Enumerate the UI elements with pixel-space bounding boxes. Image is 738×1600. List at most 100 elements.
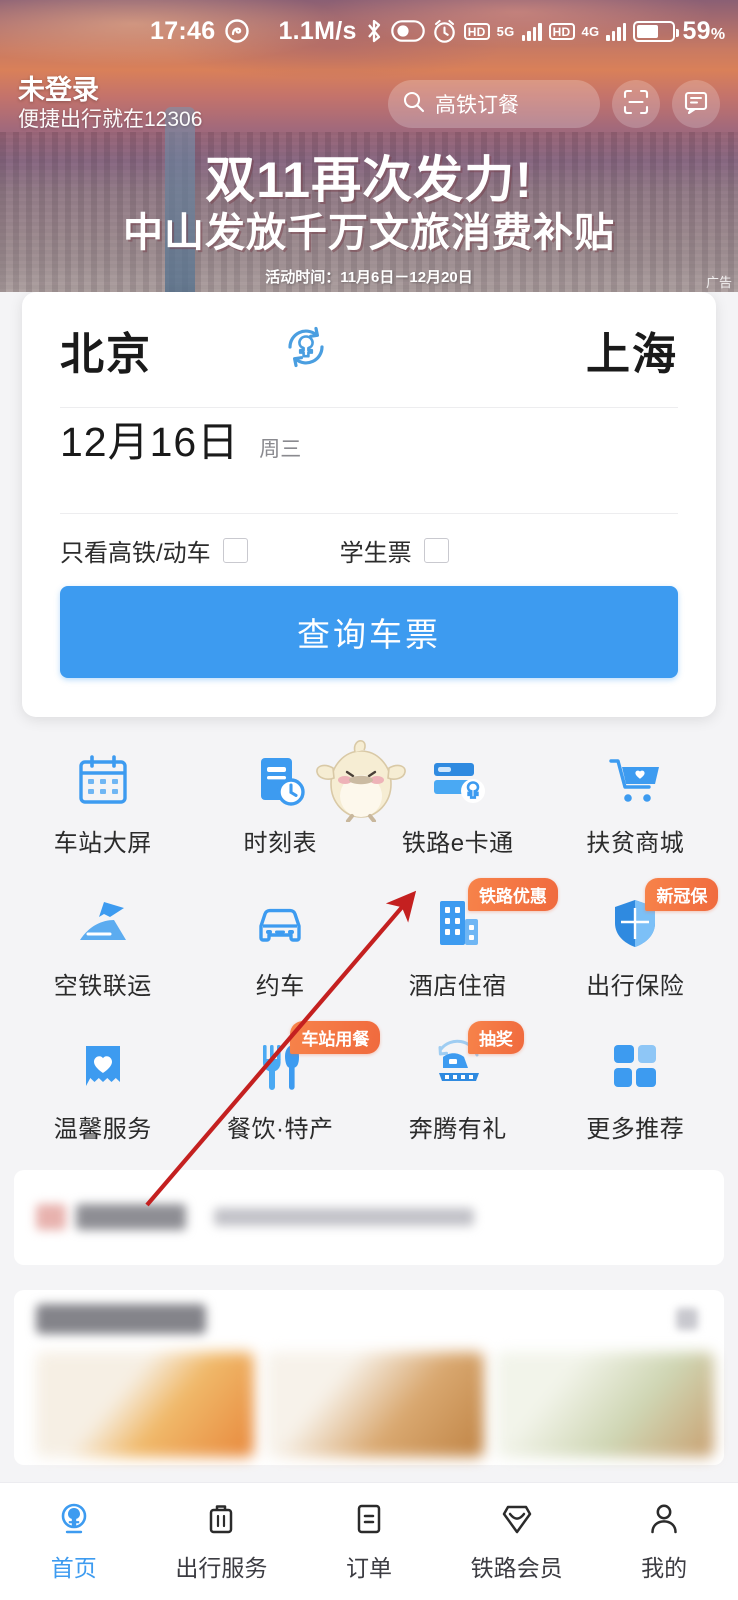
message-icon	[682, 88, 710, 121]
grid-item-label: 时刻表	[243, 830, 317, 857]
shopping-cart-icon	[604, 749, 666, 811]
grid-item-badge: 抽奖	[467, 1021, 524, 1054]
search-tickets-button[interactable]: 查询车票	[60, 586, 678, 678]
app-header: 未登录 便捷出行就在12306 高铁订餐	[0, 66, 738, 142]
phone-screen: 17:46 1.1M/s HD 5G HD 4G 59% 未登录 便捷出行就在1…	[0, 0, 738, 1600]
nav-item-orders[interactable]: 订单	[295, 1501, 443, 1583]
grid-item-label: 温馨服务	[53, 1116, 152, 1143]
do-not-disturb-icon	[390, 19, 425, 43]
bluetooth-icon	[364, 18, 384, 44]
student-checkbox-box[interactable]	[423, 537, 449, 563]
grid-item-benteng-gift[interactable]: 抽奖 奔腾有礼	[369, 1021, 547, 1144]
battery-percent: 59%	[682, 17, 725, 46]
grid-item-label: 约车	[255, 973, 305, 1000]
music-note-icon	[224, 18, 250, 44]
blurred-notice-card[interactable]	[14, 1170, 724, 1265]
signal-bars-1	[521, 21, 542, 41]
battery-percent-unit: %	[710, 25, 726, 43]
battery-percent-value: 59	[682, 16, 711, 45]
grid-item-label: 奔腾有礼	[408, 1116, 507, 1143]
scan-code-button[interactable]	[612, 80, 660, 128]
duck-mascot-sticker	[307, 738, 415, 823]
blurred-product-section[interactable]	[14, 1290, 724, 1465]
grid-item-label: 扶贫商城	[586, 830, 685, 857]
grid-item-air-rail[interactable]: 空铁联运	[14, 878, 192, 1001]
calendar-board-icon	[72, 749, 134, 811]
grid-item-more[interactable]: 更多推荐	[547, 1021, 725, 1144]
signal-bars-2	[606, 21, 627, 41]
network-gen-5g: 5G	[496, 23, 515, 39]
search-icon	[402, 90, 426, 119]
battery-icon	[633, 20, 680, 42]
slogan-text: 便捷出行就在12306	[18, 108, 203, 131]
grid-item-station-board[interactable]: 车站大屏	[14, 735, 192, 858]
blurred-notice-tag	[36, 1204, 66, 1230]
banner-period: 活动时间：11月6日－12月20日	[265, 269, 473, 286]
highspeed-checkbox[interactable]: 只看高铁/动车	[60, 533, 248, 568]
grid-item-warm-service[interactable]: 温馨服务	[14, 1021, 192, 1144]
grid-item-label: 车站大屏	[53, 830, 152, 857]
diamond-member-icon	[499, 1501, 535, 1542]
search-placeholder-text: 高铁订餐	[435, 94, 519, 117]
banner-headline: 双11再次发力!	[205, 152, 533, 208]
banner-subheadline: 中山发放千万文旅消费补贴	[123, 211, 615, 255]
blurred-section-title	[36, 1304, 206, 1334]
grid-item-label: 铁路e卡通	[401, 830, 514, 857]
nav-item-home[interactable]: 首页	[0, 1501, 148, 1583]
bottom-navigation: 首页 出行服务 订单 铁路会员 我的	[0, 1482, 738, 1600]
departure-weekday: 周三	[259, 438, 302, 461]
nav-item-railway-member[interactable]: 铁路会员	[443, 1501, 591, 1583]
grid-item-poverty-mall[interactable]: 扶贫商城	[547, 735, 725, 858]
destination-station[interactable]: 上海	[586, 318, 678, 382]
nav-item-label: 出行服务	[175, 1554, 268, 1581]
user-block[interactable]: 未登录 便捷出行就在12306	[18, 74, 338, 134]
highspeed-checkbox-box[interactable]	[222, 537, 248, 563]
nav-item-travel-service[interactable]: 出行服务	[148, 1501, 296, 1583]
network-gen-4g: 4G	[581, 23, 600, 39]
origin-station[interactable]: 北京	[60, 318, 152, 382]
grid-item-hotel[interactable]: 铁路优惠 酒店住宿	[369, 878, 558, 1001]
grid-item-dining[interactable]: 车站用餐 餐饮·特产	[192, 1021, 381, 1144]
swap-stations-icon	[278, 326, 334, 379]
nav-item-label: 首页	[50, 1554, 97, 1581]
student-checkbox[interactable]: 学生票	[340, 533, 449, 568]
grid-item-badge: 车站用餐	[290, 1021, 381, 1054]
grid-item-label: 酒店住宿	[408, 973, 507, 1000]
grid-item-badge: 新冠保	[645, 878, 719, 911]
login-status-text[interactable]: 未登录	[18, 74, 338, 106]
origin-destination-row: 北京 上海	[60, 292, 678, 407]
blurred-product-card[interactable]	[496, 1352, 714, 1457]
rail-ecard-icon	[427, 749, 489, 811]
status-time: 17:46	[150, 16, 216, 45]
swap-stations-button[interactable]	[278, 319, 334, 380]
heart-service-icon	[72, 1035, 134, 1097]
nav-item-profile[interactable]: 我的	[590, 1501, 738, 1583]
car-hailing-icon	[249, 892, 311, 954]
grid-item-label: 空铁联运	[53, 973, 152, 1000]
search-input[interactable]: 高铁订餐	[388, 80, 600, 128]
date-row[interactable]: 12月16日 周三	[60, 408, 678, 513]
grid-more-icon	[604, 1035, 666, 1097]
nav-item-label: 铁路会员	[470, 1554, 563, 1581]
blurred-product-card[interactable]	[266, 1352, 484, 1457]
status-bar: 17:46 1.1M/s HD 5G HD 4G 59%	[0, 0, 738, 62]
hd-icon-2: HD	[548, 22, 575, 40]
highspeed-checkbox-label: 只看高铁/动车	[60, 539, 211, 567]
alarm-clock-icon	[432, 19, 457, 44]
air-rail-icon	[72, 892, 134, 954]
filter-row: 只看高铁/动车 学生票	[60, 514, 678, 586]
blurred-product-card[interactable]	[36, 1352, 254, 1457]
suitcase-icon	[203, 1501, 239, 1542]
blurred-section-more[interactable]	[676, 1308, 698, 1330]
blurred-notice-title	[76, 1204, 186, 1230]
timetable-clock-icon	[249, 749, 311, 811]
message-button[interactable]	[672, 80, 720, 128]
ad-label: 广告	[705, 275, 732, 290]
grid-item-car-hailing[interactable]: 约车	[192, 878, 370, 1001]
blurred-notice-text	[214, 1208, 474, 1226]
ticket-search-card: 北京 上海 12月16日 周三 只看高铁/动车 学生票 查询车票	[22, 292, 716, 717]
grid-item-label: 更多推荐	[586, 1116, 685, 1143]
scan-code-icon	[622, 88, 650, 121]
grid-item-insurance[interactable]: 新冠保 出行保险	[547, 878, 725, 1001]
departure-date[interactable]: 12月16日	[60, 408, 239, 468]
